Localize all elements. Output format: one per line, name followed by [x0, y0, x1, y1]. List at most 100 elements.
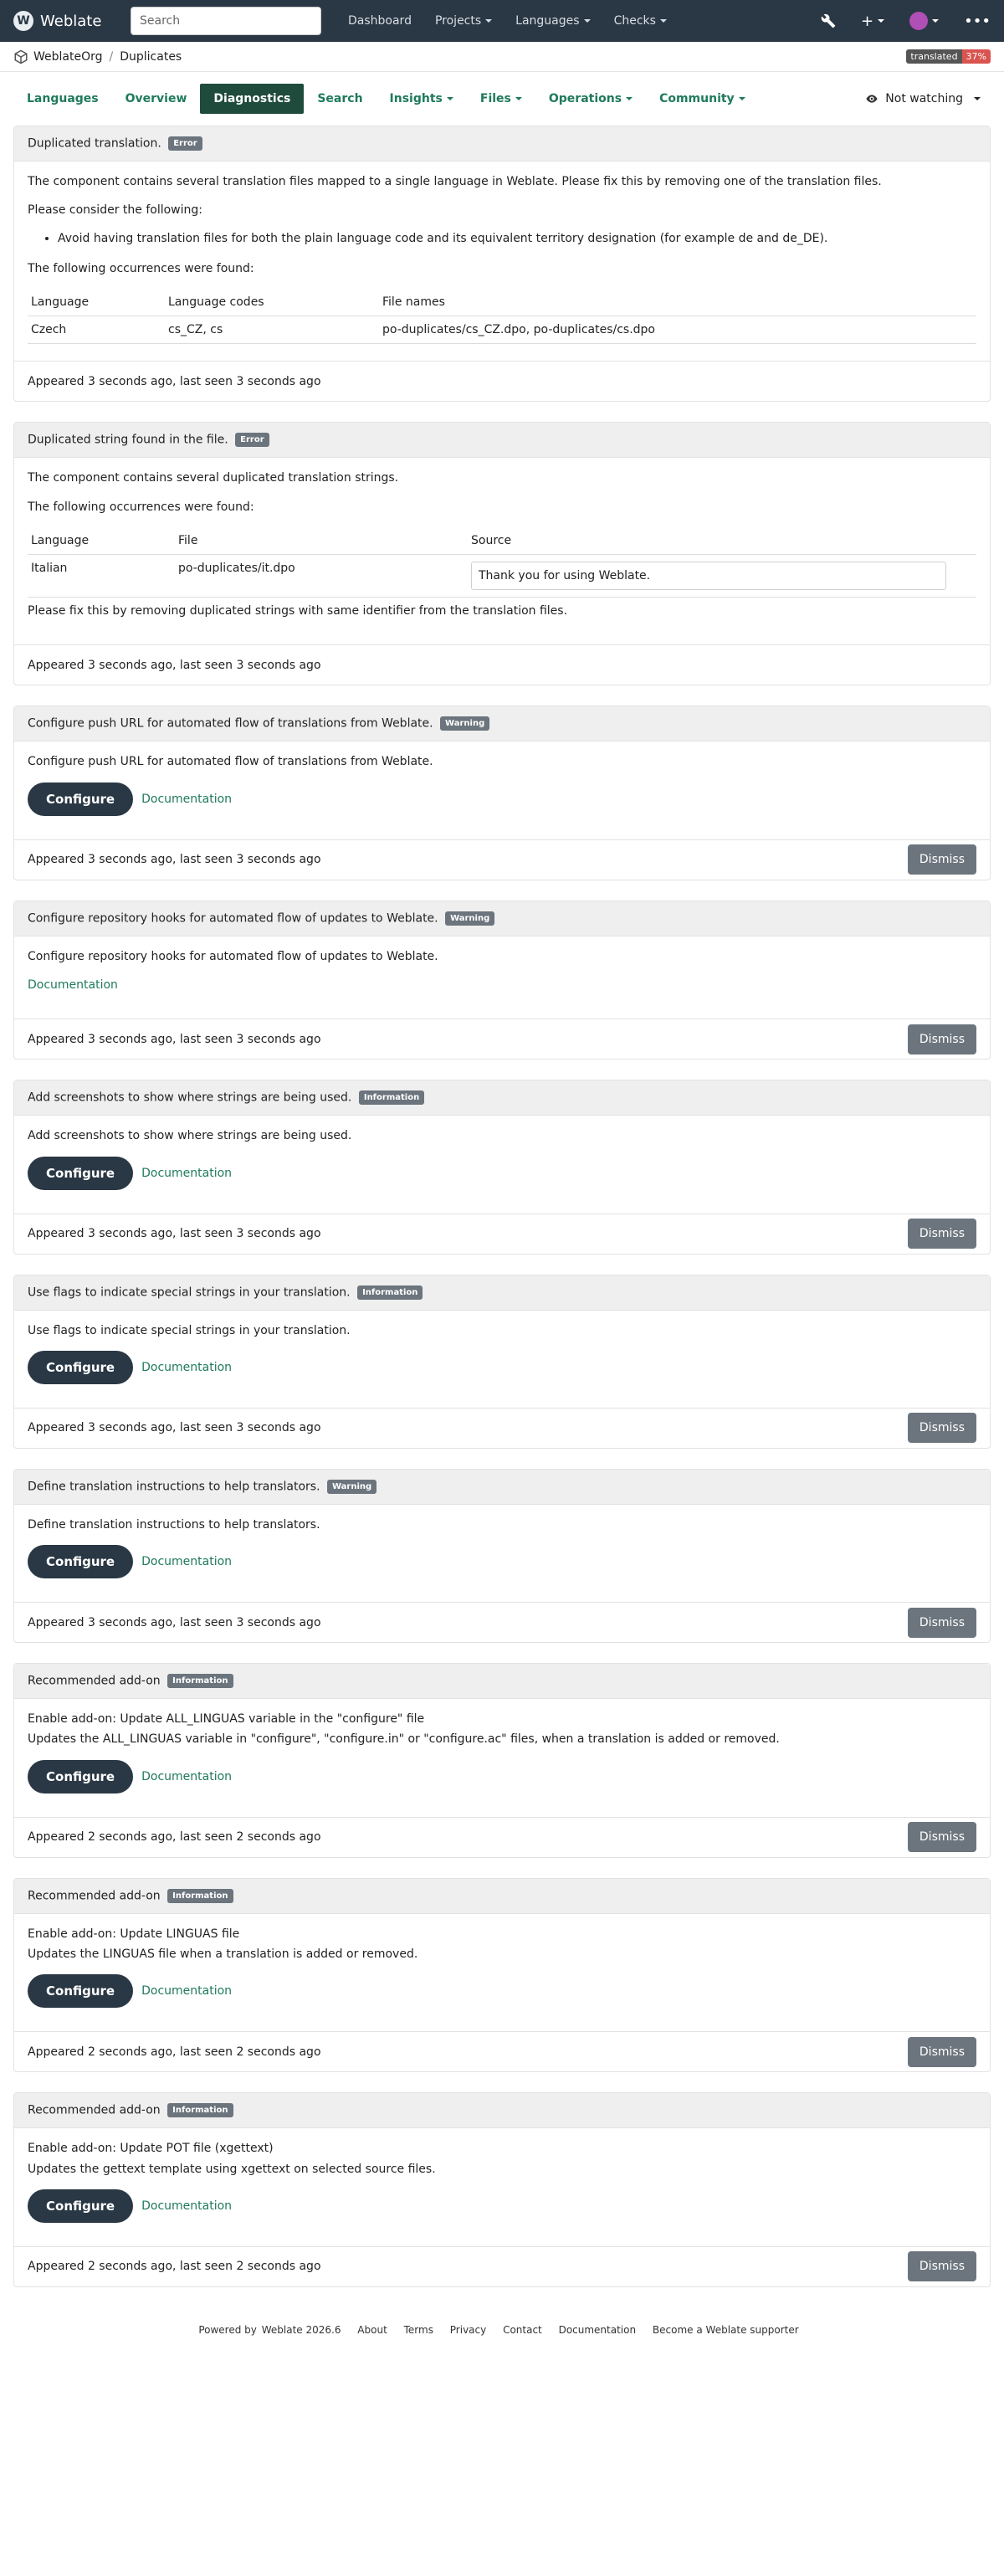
nav-checks[interactable]: Checks: [602, 14, 679, 28]
alert-title: Duplicated string found in the file. Err…: [14, 423, 990, 459]
alert-text: The component contains several duplicate…: [28, 471, 399, 485]
level-badge: Warning: [440, 716, 490, 731]
alert-timestamp: Appeared 3 seconds ago, last seen 3 seco…: [28, 1032, 321, 1046]
documentation-link[interactable]: Documentation: [141, 1361, 232, 1374]
table-row: Italian po-duplicates/it.dpo Thank you f…: [28, 554, 976, 598]
page-footer: Powered by Weblate 2026.6 About Terms Pr…: [0, 2307, 1004, 2356]
addon-name: Enable add-on: Update POT file (xgettext…: [28, 2142, 274, 2156]
level-badge: Information: [357, 1285, 423, 1300]
breadcrumb: WeblateOrg / Duplicates translated 37%: [0, 42, 1004, 72]
dismiss-button[interactable]: Dismiss: [907, 2251, 976, 2282]
documentation-link[interactable]: Documentation: [141, 793, 232, 806]
table-header: File names: [379, 289, 976, 317]
dismiss-button[interactable]: Dismiss: [907, 844, 976, 875]
cube-icon: [14, 49, 28, 64]
avatar[interactable]: [909, 12, 939, 30]
tab-insights[interactable]: Insights: [376, 84, 467, 114]
component-tabs: Languages Overview Diagnostics Search In…: [0, 72, 1004, 126]
alert-timestamp: Appeared 3 seconds ago, last seen 3 seco…: [28, 374, 321, 388]
table-row: Czech cs_CZ, cs po-duplicates/cs_CZ.dpo,…: [28, 316, 976, 345]
watch-dropdown[interactable]: Not watching: [865, 92, 991, 105]
dismiss-button[interactable]: Dismiss: [907, 1822, 976, 1853]
dismiss-button[interactable]: Dismiss: [907, 1219, 976, 1250]
alert-text: Please fix this by removing duplicated s…: [28, 604, 568, 618]
footer-privacy-link[interactable]: Privacy: [450, 2324, 486, 2336]
nav-dashboard[interactable]: Dashboard: [336, 14, 423, 28]
tab-files[interactable]: Files: [467, 84, 535, 114]
dismiss-button[interactable]: Dismiss: [907, 2036, 976, 2067]
documentation-link[interactable]: Documentation: [141, 1770, 232, 1783]
alert-text: Please consider the following:: [28, 203, 202, 218]
dismiss-button[interactable]: Dismiss: [907, 1024, 976, 1055]
level-badge: Error: [168, 136, 202, 151]
alert-text: Use flags to indicate special strings in…: [28, 1323, 351, 1337]
alert-text: Define translation instructions to help …: [28, 1517, 320, 1532]
level-badge: Warning: [445, 911, 495, 926]
configure-button[interactable]: Configure: [28, 2189, 134, 2223]
add-icon[interactable]: +: [861, 13, 884, 30]
powered-by: Powered by: [198, 2323, 257, 2336]
configure-button[interactable]: Configure: [28, 1759, 134, 1793]
documentation-link[interactable]: Documentation: [141, 2199, 232, 2213]
alert-timestamp: Appeared 3 seconds ago, last seen 3 seco…: [28, 1615, 321, 1629]
source-string: Thank you for using Weblate.: [471, 562, 946, 591]
breadcrumb-component[interactable]: Duplicates: [120, 50, 182, 64]
table-cell: po-duplicates/cs_CZ.dpo, po-duplicates/c…: [379, 316, 976, 345]
tab-overview[interactable]: Overview: [112, 84, 201, 114]
alert-panel: Use flags to indicate special strings in…: [13, 1274, 991, 1449]
alert-title: Define translation instructions to help …: [14, 1469, 990, 1505]
alert-panel: Duplicated string found in the file. Err…: [13, 422, 991, 686]
level-badge: Information: [167, 1674, 233, 1689]
nav-projects[interactable]: Projects: [423, 14, 504, 28]
alert-text: Configure repository hooks for automated…: [28, 949, 438, 963]
translated-badge: translated 37%: [906, 49, 991, 64]
documentation-link[interactable]: Documentation: [28, 978, 118, 992]
configure-button[interactable]: Configure: [28, 782, 134, 816]
search-input[interactable]: [131, 7, 321, 35]
level-badge: Information: [358, 1090, 425, 1106]
alert-title: Configure repository hooks for automated…: [14, 901, 990, 936]
badge-value: 37%: [961, 49, 991, 64]
configure-button[interactable]: Configure: [28, 1545, 134, 1579]
tab-community[interactable]: Community: [646, 84, 759, 114]
tab-diagnostics[interactable]: Diagnostics: [200, 84, 305, 114]
alert-text: The following occurrences were found:: [28, 262, 254, 276]
tab-languages[interactable]: Languages: [13, 84, 112, 114]
configure-button[interactable]: Configure: [28, 1350, 134, 1384]
tab-search[interactable]: Search: [304, 84, 376, 114]
breadcrumb-project[interactable]: WeblateOrg: [33, 50, 103, 64]
documentation-link[interactable]: Documentation: [141, 1984, 232, 1998]
footer-documentation-link[interactable]: Documentation: [559, 2324, 637, 2336]
table-header: Language: [28, 289, 165, 317]
level-badge: Error: [235, 433, 269, 448]
dismiss-button[interactable]: Dismiss: [907, 1413, 976, 1444]
dismiss-button[interactable]: Dismiss: [907, 1607, 976, 1638]
eye-icon: [866, 95, 878, 103]
documentation-link[interactable]: Documentation: [141, 1555, 232, 1568]
tab-operations[interactable]: Operations: [535, 84, 646, 114]
top-navbar: W Weblate Dashboard Projects Languages C…: [0, 0, 1004, 42]
alert-panel: Recommended add-on Information Enable ad…: [13, 2092, 991, 2287]
configure-button[interactable]: Configure: [28, 1156, 134, 1190]
configure-button[interactable]: Configure: [28, 1974, 134, 2009]
brand[interactable]: W Weblate: [13, 11, 131, 31]
footer-version-link[interactable]: Weblate 2026.6: [262, 2324, 341, 2336]
more-icon[interactable]: •••: [964, 13, 991, 30]
footer-about-link[interactable]: About: [357, 2324, 387, 2336]
occurrences-table: Language File Source Italian po-duplicat…: [28, 527, 976, 598]
alert-panel: Add screenshots to show where strings ar…: [13, 1080, 991, 1255]
nav-languages[interactable]: Languages: [504, 14, 602, 28]
table-cell: cs_CZ, cs: [165, 316, 379, 345]
footer-supporter-link[interactable]: Become a Weblate supporter: [653, 2324, 799, 2336]
alert-panel: Recommended add-on Information Enable ad…: [13, 1663, 991, 1858]
alert-text: The component contains several translati…: [28, 175, 882, 188]
wrench-icon[interactable]: [821, 13, 836, 28]
list-item: Avoid having translation files for both …: [58, 231, 976, 248]
footer-terms-link[interactable]: Terms: [404, 2324, 433, 2336]
level-badge: Information: [167, 2103, 233, 2118]
table-cell: Italian: [28, 554, 175, 598]
footer-contact-link[interactable]: Contact: [503, 2324, 542, 2336]
breadcrumb-separator: /: [109, 49, 114, 64]
alert-panel: Configure repository hooks for automated…: [13, 900, 991, 1060]
documentation-link[interactable]: Documentation: [141, 1167, 232, 1180]
